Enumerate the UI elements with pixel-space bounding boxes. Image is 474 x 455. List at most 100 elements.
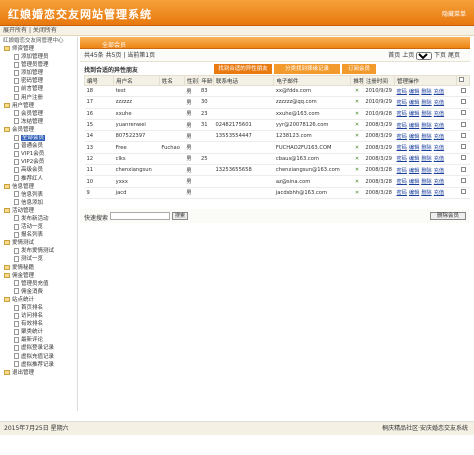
recharge-link[interactable]: 充值 xyxy=(434,134,444,140)
sidebar-item[interactable]: 佣金消费 xyxy=(0,288,77,296)
row-checkbox[interactable] xyxy=(460,132,466,138)
recharge-link[interactable]: 充值 xyxy=(434,156,444,162)
hide-menu-link[interactable]: 隐藏菜单 xyxy=(442,9,466,18)
delete-link[interactable]: 删除 xyxy=(421,100,431,106)
recommend-x-icon[interactable]: ✕ xyxy=(355,111,359,117)
sidebar-item[interactable]: 管理员充值 xyxy=(0,280,77,288)
sidebar-item[interactable]: 会员管理 xyxy=(0,126,77,134)
recommend-x-icon[interactable]: ✕ xyxy=(355,133,359,139)
edit-link[interactable]: 编辑 xyxy=(409,168,419,174)
sidebar-item[interactable]: 活动一览 xyxy=(0,223,77,231)
sidebar-item[interactable]: 前言管理 xyxy=(0,85,77,93)
search-button[interactable]: 搜索 xyxy=(172,212,188,220)
delete-link[interactable]: 删除 xyxy=(421,190,431,196)
edit-link[interactable]: 编辑 xyxy=(409,100,419,106)
edit-link[interactable]: 编辑 xyxy=(409,89,419,95)
sidebar-item[interactable]: 有效排名 xyxy=(0,320,77,328)
recharge-link[interactable]: 充值 xyxy=(434,145,444,151)
delete-link[interactable]: 删除 xyxy=(421,123,431,129)
sidebar-item[interactable]: 全部会员 xyxy=(0,134,77,142)
row-checkbox[interactable] xyxy=(460,110,466,116)
select-all-checkbox[interactable] xyxy=(459,77,465,82)
sidebar-item[interactable]: 用户注册 xyxy=(0,94,77,102)
delete-link[interactable]: 删除 xyxy=(421,179,431,185)
sidebar-item[interactable]: 活动管理 xyxy=(0,207,77,215)
recommend-x-icon[interactable]: ✕ xyxy=(355,122,359,128)
sidebar-item[interactable]: 报名列表 xyxy=(0,231,77,239)
recommend-x-icon[interactable]: ✕ xyxy=(355,156,359,162)
sidebar-item[interactable]: 虚拟充值记录 xyxy=(0,353,77,361)
sidebar-item[interactable]: 佣金管理 xyxy=(0,272,77,280)
first-page-link[interactable]: 首页 xyxy=(388,52,400,59)
next-page-link[interactable]: 下页 xyxy=(434,52,446,59)
page-select[interactable]: 1 xyxy=(416,51,433,60)
sidebar-item[interactable]: 添加管理员 xyxy=(0,53,77,61)
filter-tab-subscribe[interactable]: 订阅会员 xyxy=(342,64,376,74)
edit-link[interactable]: 编辑 xyxy=(409,111,419,117)
quick-search-input[interactable] xyxy=(110,212,170,220)
delete-members-button[interactable]: 删除会员 xyxy=(430,212,466,220)
row-checkbox[interactable] xyxy=(460,155,466,161)
sidebar-item[interactable]: 最新评论 xyxy=(0,336,77,344)
collapse-all-link[interactable]: 关闭所有 xyxy=(33,27,57,34)
delete-link[interactable]: 删除 xyxy=(421,111,431,117)
sidebar-item[interactable]: 用户管理 xyxy=(0,102,77,110)
password-link[interactable]: 密码 xyxy=(397,111,407,117)
row-checkbox[interactable] xyxy=(460,87,466,93)
recommend-x-icon[interactable]: ✕ xyxy=(355,145,359,151)
recommend-x-icon[interactable]: ✕ xyxy=(355,99,359,105)
filter-tab-category[interactable]: 分类找到择缘记录 xyxy=(274,64,340,74)
recharge-link[interactable]: 充值 xyxy=(434,168,444,174)
password-link[interactable]: 密码 xyxy=(397,179,407,185)
sidebar-item[interactable]: 师资管理 xyxy=(0,45,77,53)
edit-link[interactable]: 编辑 xyxy=(409,179,419,185)
row-checkbox[interactable] xyxy=(460,121,466,127)
delete-link[interactable]: 删除 xyxy=(421,89,431,95)
recommend-x-icon[interactable]: ✕ xyxy=(355,190,359,196)
row-checkbox[interactable] xyxy=(460,98,466,104)
tree-root[interactable]: 红娘婚恋交友网管理中心 xyxy=(0,37,77,45)
sidebar-item[interactable]: 会员管理 xyxy=(0,110,77,118)
edit-link[interactable]: 编辑 xyxy=(409,123,419,129)
sidebar-item[interactable]: 添加管理 xyxy=(0,69,77,77)
delete-link[interactable]: 删除 xyxy=(421,156,431,162)
row-checkbox[interactable] xyxy=(460,189,466,195)
edit-link[interactable]: 编辑 xyxy=(409,145,419,151)
recommend-x-icon[interactable]: ✕ xyxy=(355,88,359,94)
last-page-link[interactable]: 尾页 xyxy=(448,52,460,59)
sidebar-item[interactable]: 管理员管理 xyxy=(0,61,77,69)
password-link[interactable]: 密码 xyxy=(397,89,407,95)
recharge-link[interactable]: 充值 xyxy=(434,190,444,196)
sidebar-item[interactable]: VIP1会员 xyxy=(0,150,77,158)
prev-page-link[interactable]: 上页 xyxy=(402,52,414,59)
sidebar-item[interactable]: 爱情测试 xyxy=(0,239,77,247)
sidebar-item[interactable]: 首页排名 xyxy=(0,304,77,312)
recharge-link[interactable]: 充值 xyxy=(434,89,444,95)
sidebar-item[interactable]: 站点统计 xyxy=(0,296,77,304)
sidebar-item[interactable]: 推荐红人 xyxy=(0,175,77,183)
recharge-link[interactable]: 充值 xyxy=(434,111,444,117)
delete-link[interactable]: 删除 xyxy=(421,168,431,174)
recommend-x-icon[interactable]: ✕ xyxy=(355,179,359,185)
delete-link[interactable]: 删除 xyxy=(421,145,431,151)
password-link[interactable]: 密码 xyxy=(397,145,407,151)
edit-link[interactable]: 编辑 xyxy=(409,134,419,140)
edit-link[interactable]: 编辑 xyxy=(409,190,419,196)
sidebar-item[interactable]: VIP2会员 xyxy=(0,158,77,166)
recharge-link[interactable]: 充值 xyxy=(434,123,444,129)
sidebar-item[interactable]: 发布新活动 xyxy=(0,215,77,223)
sidebar-item[interactable]: 虚拟推荐记录 xyxy=(0,361,77,369)
row-checkbox[interactable] xyxy=(460,178,466,184)
password-link[interactable]: 密码 xyxy=(397,100,407,106)
sidebar-item[interactable]: 测试一览 xyxy=(0,255,77,263)
password-link[interactable]: 密码 xyxy=(397,123,407,129)
sidebar-item[interactable]: 冻结管理 xyxy=(0,118,77,126)
password-link[interactable]: 密码 xyxy=(397,156,407,162)
password-link[interactable]: 密码 xyxy=(397,190,407,196)
password-link[interactable]: 密码 xyxy=(397,134,407,140)
sidebar-item[interactable]: 虚拟登录记录 xyxy=(0,344,77,352)
sidebar-item[interactable]: 爱情秘籍 xyxy=(0,264,77,272)
filter-tab-find[interactable]: 找到合适的异性朋友 xyxy=(214,64,272,74)
recharge-link[interactable]: 充值 xyxy=(434,179,444,185)
recharge-link[interactable]: 充值 xyxy=(434,100,444,106)
